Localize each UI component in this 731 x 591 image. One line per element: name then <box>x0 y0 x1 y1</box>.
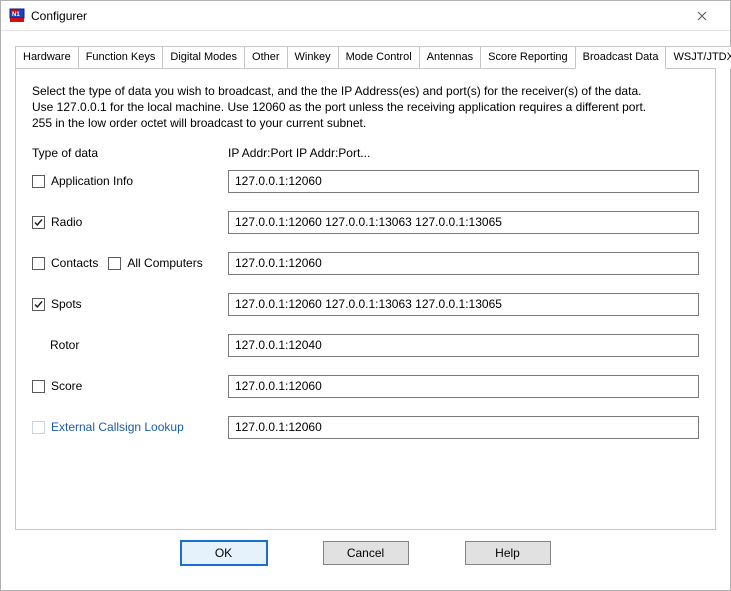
row-spots: Spots <box>32 293 699 316</box>
tabstrip: Hardware Function Keys Digital Modes Oth… <box>15 45 716 68</box>
external-callsign-lookup-addr-input[interactable] <box>228 416 699 439</box>
score-label[interactable]: Score <box>51 379 82 393</box>
intro-line-1: Select the type of data you wish to broa… <box>32 83 699 99</box>
tab-function-keys[interactable]: Function Keys <box>78 46 164 69</box>
external-callsign-lookup-label[interactable]: External Callsign Lookup <box>51 420 184 434</box>
app-icon: N1 <box>9 8 25 24</box>
tab-mode-control[interactable]: Mode Control <box>338 46 420 69</box>
rotor-label: Rotor <box>50 338 79 352</box>
ok-button[interactable]: OK <box>181 541 267 565</box>
help-button[interactable]: Help <box>465 541 551 565</box>
contacts-label[interactable]: Contacts <box>51 256 98 270</box>
cancel-button[interactable]: Cancel <box>323 541 409 565</box>
intro-line-3: 255 in the low order octet will broadcas… <box>32 115 699 131</box>
window-close-button[interactable] <box>682 2 722 30</box>
external-callsign-lookup-checkbox[interactable] <box>32 421 45 434</box>
dialog-button-row: OK Cancel Help <box>15 530 716 576</box>
tab-antennas[interactable]: Antennas <box>419 46 481 69</box>
close-icon <box>697 11 707 21</box>
titlebar: N1 Configurer <box>1 1 730 31</box>
row-score: Score <box>32 375 699 398</box>
window-title: Configurer <box>31 9 682 23</box>
tab-wsjt-jtdx-setup[interactable]: WSJT/JTDX Setup <box>665 46 731 69</box>
tab-hardware[interactable]: Hardware <box>15 46 79 69</box>
tab-broadcast-data[interactable]: Broadcast Data <box>575 46 667 69</box>
spots-checkbox[interactable] <box>32 298 45 311</box>
svg-text:N1: N1 <box>12 12 20 18</box>
col-addr-label: IP Addr:Port IP Addr:Port... <box>228 146 699 160</box>
tab-digital-modes[interactable]: Digital Modes <box>162 46 245 69</box>
radio-label[interactable]: Radio <box>51 215 82 229</box>
client-area: Hardware Function Keys Digital Modes Oth… <box>1 31 730 590</box>
tab-score-reporting[interactable]: Score Reporting <box>480 46 576 69</box>
col-type-label: Type of data <box>32 146 228 160</box>
check-icon <box>33 217 44 228</box>
check-icon <box>33 299 44 310</box>
score-addr-input[interactable] <box>228 375 699 398</box>
row-external-callsign-lookup: External Callsign Lookup <box>32 416 699 439</box>
intro-text: Select the type of data you wish to broa… <box>32 83 699 132</box>
tab-winkey[interactable]: Winkey <box>287 46 339 69</box>
contacts-checkbox[interactable] <box>32 257 45 270</box>
radio-checkbox[interactable] <box>32 216 45 229</box>
row-radio: Radio <box>32 211 699 234</box>
all-computers-checkbox[interactable] <box>108 257 121 270</box>
spots-label[interactable]: Spots <box>51 297 82 311</box>
column-headers: Type of data IP Addr:Port IP Addr:Port..… <box>32 146 699 160</box>
rotor-addr-input[interactable] <box>228 334 699 357</box>
configurer-window: N1 Configurer Hardware Function Keys Dig… <box>0 0 731 591</box>
radio-addr-input[interactable] <box>228 211 699 234</box>
all-computers-label[interactable]: All Computers <box>127 256 202 270</box>
application-info-addr-input[interactable] <box>228 170 699 193</box>
contacts-addr-input[interactable] <box>228 252 699 275</box>
spots-addr-input[interactable] <box>228 293 699 316</box>
tab-other[interactable]: Other <box>244 46 288 69</box>
row-rotor: Rotor <box>32 334 699 357</box>
row-contacts: Contacts All Computers <box>32 252 699 275</box>
score-checkbox[interactable] <box>32 380 45 393</box>
intro-line-2: Use 127.0.0.1 for the local machine. Use… <box>32 99 699 115</box>
application-info-label[interactable]: Application Info <box>51 174 133 188</box>
row-application-info: Application Info <box>32 170 699 193</box>
tab-panel-broadcast-data: Select the type of data you wish to broa… <box>15 68 716 530</box>
application-info-checkbox[interactable] <box>32 175 45 188</box>
